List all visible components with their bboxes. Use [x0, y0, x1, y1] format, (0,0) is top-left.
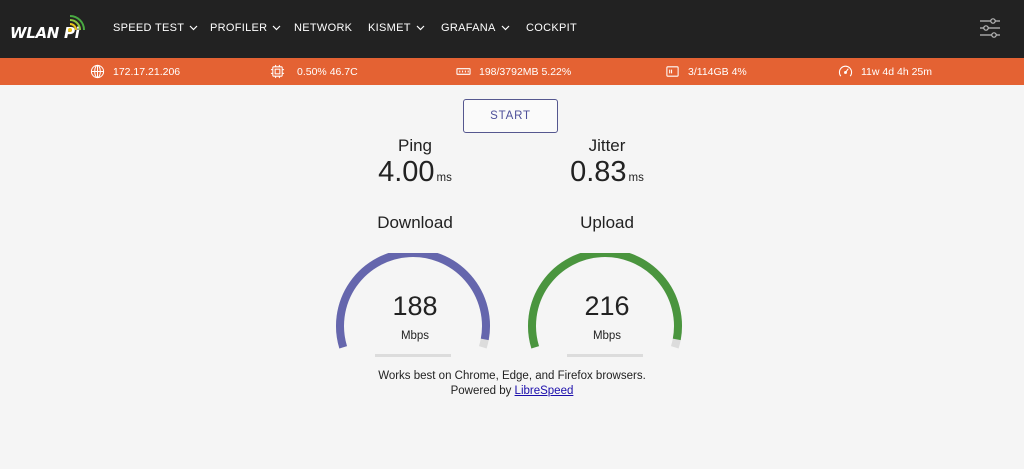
status-cpu: 0.50% 46.7C: [270, 64, 358, 79]
download-unit: Mbps: [400, 330, 430, 342]
download-label: Download: [377, 213, 453, 232]
download-value: 188: [392, 291, 438, 321]
powered-by: Powered by LibreSpeed: [0, 385, 1024, 397]
sliders-icon[interactable]: [978, 17, 1002, 39]
jitter-label: Jitter: [588, 136, 626, 155]
wifi-signal-icon: [68, 15, 85, 32]
powered-prefix: Powered by: [450, 385, 515, 397]
nav-cockpit[interactable]: COCKPIT: [526, 22, 577, 34]
cpu-chip-icon: [270, 64, 285, 79]
librespeed-link[interactable]: LibreSpeed: [515, 385, 574, 397]
nav-label: COCKPIT: [526, 22, 577, 34]
ping-unit: ms: [436, 172, 452, 184]
nav-label: NETWORK: [294, 22, 353, 34]
upload-gauge: 216 Mbps: [527, 253, 687, 363]
nav-label: KISMET: [368, 22, 411, 34]
nav-network[interactable]: NETWORK: [294, 22, 352, 34]
browsers-note: Works best on Chrome, Edge, and Firefox …: [378, 370, 646, 382]
nav-label: SPEED TEST: [113, 22, 185, 34]
upload-progress-bar: [567, 354, 643, 357]
memory-usage: 198/3792MB 5.22%: [479, 65, 572, 78]
ping-label: Ping: [397, 136, 433, 155]
ping-readout: 4.00 ms: [335, 156, 495, 189]
nav-label: PROFILER: [210, 22, 268, 34]
nav-profiler[interactable]: PROFILER: [210, 22, 281, 34]
start-button[interactable]: START: [463, 99, 558, 133]
status-uptime: 11w 4d 4h 25m: [838, 64, 932, 79]
ping-value: 4.00: [378, 156, 435, 188]
wlanpi-logo[interactable]: WLAN Pi: [10, 14, 85, 44]
upload-value: 216: [584, 291, 630, 321]
uptime: 11w 4d 4h 25m: [861, 65, 933, 78]
nav-speed-test[interactable]: SPEED TEST: [113, 22, 198, 34]
jitter-value: 0.83: [570, 156, 627, 188]
globe-icon: [90, 64, 105, 79]
chevron-down-icon: [189, 25, 198, 31]
upload-label: Upload: [580, 213, 634, 232]
speedometer-icon: [838, 65, 853, 77]
chevron-down-icon: [501, 25, 510, 31]
chevron-down-icon: [272, 25, 281, 31]
jitter-readout: 0.83 ms: [527, 156, 687, 189]
ip-address: 172.17.21.206: [113, 65, 181, 78]
status-memory: 198/3792MB 5.22%: [456, 64, 571, 79]
nav-label: GRAFANA: [441, 22, 496, 34]
top-navbar: WLAN Pi SPEED TEST PROFILER NETWORK KISM…: [0, 0, 1024, 58]
upload-unit: Mbps: [592, 330, 622, 342]
status-bar: 172.17.21.206 0.50% 46.7C 198/3792MB 5.2…: [0, 58, 1024, 85]
status-disk: 3/114GB 4%: [665, 64, 747, 79]
jitter-unit: ms: [628, 172, 644, 184]
status-ip: 172.17.21.206: [90, 64, 180, 79]
storage-card-icon: [666, 66, 679, 77]
download-progress-bar: [375, 354, 451, 357]
chevron-down-icon: [416, 25, 425, 31]
download-gauge: 188 Mbps: [335, 253, 495, 363]
nav-kismet[interactable]: KISMET: [368, 22, 425, 34]
nav-grafana[interactable]: GRAFANA: [441, 22, 510, 34]
cpu-usage: 0.50% 46.7C: [297, 65, 358, 78]
memory-ram-icon: [456, 68, 471, 75]
disk-usage: 3/114GB 4%: [688, 65, 747, 78]
